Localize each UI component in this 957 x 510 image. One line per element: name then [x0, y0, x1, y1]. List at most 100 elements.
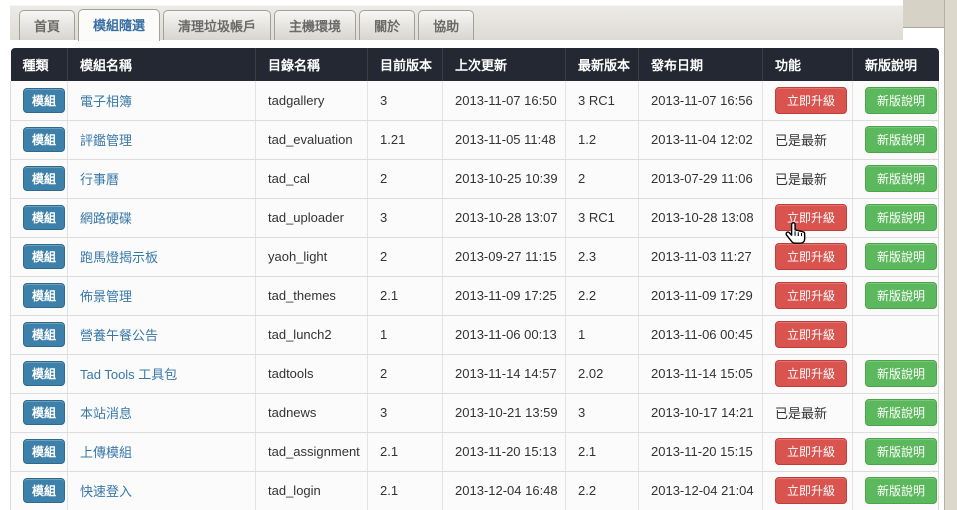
- cell-current-version: 2.1: [368, 432, 443, 471]
- cell-current-version: 2: [368, 159, 443, 198]
- module-name-link[interactable]: 網路硬碟: [80, 211, 132, 226]
- release-notes-button[interactable]: 新版說明: [865, 204, 937, 231]
- up-to-date-label: 已是最新: [775, 172, 827, 187]
- column-header: 功能: [763, 48, 853, 81]
- tab-about[interactable]: 關於: [359, 10, 415, 40]
- module-type-badge: 模組: [23, 439, 65, 464]
- column-header: 模組名稱: [68, 48, 256, 81]
- module-name-link[interactable]: Tad Tools 工具包: [80, 367, 177, 382]
- column-header: 發布日期: [639, 48, 763, 81]
- module-name-link[interactable]: 本站消息: [80, 406, 132, 421]
- module-type-badge: 模組: [23, 400, 65, 425]
- cell-latest-version: 3 RC1: [566, 198, 639, 237]
- cell-dirname: tadgallery: [256, 81, 368, 120]
- cell-release-date: 2013-11-14 15:05: [639, 354, 763, 393]
- cell-current-version: 2.1: [368, 471, 443, 510]
- cell-last-updated: 2013-10-28 13:07: [443, 198, 566, 237]
- cell-dirname: tad_uploader: [256, 198, 368, 237]
- cell-latest-version: 2: [566, 159, 639, 198]
- cell-release-date: 2013-11-03 11:27: [639, 237, 763, 276]
- release-notes-button[interactable]: 新版說明: [865, 477, 937, 504]
- cell-last-updated: 2013-12-04 16:48: [443, 471, 566, 510]
- column-header: 目前版本: [368, 48, 443, 81]
- module-type-badge: 模組: [23, 322, 65, 347]
- upgrade-now-button[interactable]: 立即升級: [775, 477, 847, 504]
- release-notes-button[interactable]: 新版說明: [865, 165, 937, 192]
- upgrade-now-button[interactable]: 立即升級: [775, 282, 847, 309]
- module-name-link[interactable]: 快速登入: [80, 484, 132, 499]
- module-name-link[interactable]: 佈景管理: [80, 289, 132, 304]
- cell-release-date: 2013-12-04 21:04: [639, 471, 763, 510]
- release-notes-button[interactable]: 新版說明: [865, 243, 937, 270]
- release-notes-button[interactable]: 新版說明: [865, 360, 937, 387]
- cell-release-date: 2013-11-09 17:29: [639, 276, 763, 315]
- cell-last-updated: 2013-11-14 14:57: [443, 354, 566, 393]
- table-row: 模組電子相簿tadgallery32013-11-07 16:503 RC120…: [11, 81, 939, 120]
- table-row: 模組Tad Tools 工具包tadtools22013-11-14 14:57…: [11, 354, 939, 393]
- cell-current-version: 2: [368, 354, 443, 393]
- tab-host-environment[interactable]: 主機環境: [274, 10, 356, 40]
- cell-latest-version: 1: [566, 315, 639, 354]
- cell-latest-version: 2.02: [566, 354, 639, 393]
- module-name-link[interactable]: 行事曆: [80, 172, 119, 187]
- release-notes-button[interactable]: 新版說明: [865, 399, 937, 426]
- tab-clean-junk-accounts[interactable]: 清理垃圾帳戶: [163, 10, 271, 40]
- cell-last-updated: 2013-11-07 16:50: [443, 81, 566, 120]
- cell-last-updated: 2013-11-06 00:13: [443, 315, 566, 354]
- cell-current-version: 3: [368, 393, 443, 432]
- cell-current-version: 1.21: [368, 120, 443, 159]
- cell-current-version: 2.1: [368, 276, 443, 315]
- release-notes-button[interactable]: 新版說明: [865, 87, 937, 114]
- cell-release-date: 2013-11-07 16:56: [639, 81, 763, 120]
- module-name-link[interactable]: 營養午餐公告: [80, 328, 158, 343]
- cell-dirname: tad_evaluation: [256, 120, 368, 159]
- column-header: 目錄名稱: [256, 48, 368, 81]
- table-row: 模組網路硬碟 tad_uploader32013-10-28 13:073 RC1…: [11, 198, 939, 237]
- table-row: 模組營養午餐公告tad_lunch212013-11-06 00:1312013…: [11, 315, 939, 354]
- cell-dirname: tad_assignment: [256, 432, 368, 471]
- upgrade-now-button[interactable]: 立即升級: [775, 87, 847, 114]
- module-type-badge: 模組: [23, 88, 65, 113]
- module-type-badge: 模組: [23, 166, 65, 191]
- module-type-badge: 模組: [23, 244, 65, 269]
- release-notes-button[interactable]: 新版說明: [865, 126, 937, 153]
- cell-latest-version: 2.3: [566, 237, 639, 276]
- release-notes-button[interactable]: 新版說明: [865, 438, 937, 465]
- module-table: 種類模組名稱目錄名稱目前版本上次更新最新版本發布日期功能新版說明 模組電子相簿t…: [10, 48, 938, 510]
- table-header-row: 種類模組名稱目錄名稱目前版本上次更新最新版本發布日期功能新版說明: [11, 48, 939, 81]
- cell-last-updated: 2013-10-25 10:39: [443, 159, 566, 198]
- up-to-date-label: 已是最新: [775, 133, 827, 148]
- table-row: 模組佈景管理tad_themes2.12013-11-09 17:252.220…: [11, 276, 939, 315]
- cell-latest-version: 2.1: [566, 432, 639, 471]
- table-row: 模組本站消息tadnews32013-10-21 13:5932013-10-1…: [11, 393, 939, 432]
- module-type-badge: 模組: [23, 205, 65, 230]
- table-row: 模組行事曆tad_cal22013-10-25 10:3922013-07-29…: [11, 159, 939, 198]
- module-name-link[interactable]: 電子相簿: [80, 94, 132, 109]
- cell-release-date: 2013-07-29 11:06: [639, 159, 763, 198]
- module-name-link[interactable]: 評鑑管理: [80, 133, 132, 148]
- upgrade-now-button[interactable]: 立即升級: [775, 438, 847, 465]
- cell-dirname: tadtools: [256, 354, 368, 393]
- cell-dirname: tadnews: [256, 393, 368, 432]
- cell-dirname: tad_cal: [256, 159, 368, 198]
- cell-last-updated: 2013-10-21 13:59: [443, 393, 566, 432]
- column-header: 上次更新: [443, 48, 566, 81]
- table-row: 模組上傳模組tad_assignment2.12013-11-20 15:132…: [11, 432, 939, 471]
- cell-current-version: 3: [368, 81, 443, 120]
- module-name-link[interactable]: 跑馬燈揭示板: [80, 250, 158, 265]
- cell-current-version: 3: [368, 198, 443, 237]
- upgrade-now-button[interactable]: 立即升級: [775, 204, 847, 231]
- module-name-link[interactable]: 上傳模組: [80, 445, 132, 460]
- release-notes-button[interactable]: 新版說明: [865, 282, 937, 309]
- table-row: 模組評鑑管理tad_evaluation1.212013-11-05 11:48…: [11, 120, 939, 159]
- upgrade-now-button[interactable]: 立即升級: [775, 321, 847, 348]
- tab-help[interactable]: 協助: [418, 10, 474, 40]
- cell-dirname: tad_login: [256, 471, 368, 510]
- upgrade-now-button[interactable]: 立即升級: [775, 360, 847, 387]
- column-header: 新版說明: [853, 48, 939, 81]
- tab-home[interactable]: 首頁: [19, 10, 75, 40]
- cell-release-date: 2013-11-06 00:45: [639, 315, 763, 354]
- cell-latest-version: 2.2: [566, 471, 639, 510]
- tab-module-on-demand[interactable]: 模組隨選: [78, 9, 160, 41]
- upgrade-now-button[interactable]: 立即升級: [775, 243, 847, 270]
